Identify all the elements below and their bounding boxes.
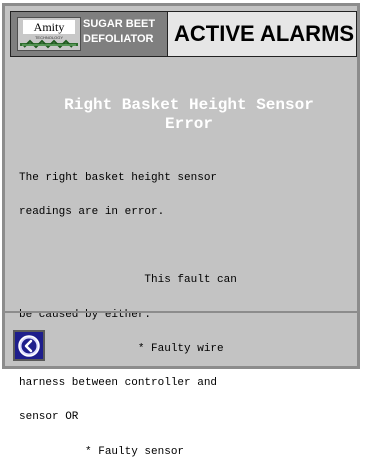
amity-logo-text: Amity <box>23 20 75 34</box>
alarm-text-line: sensor OR <box>19 411 79 424</box>
product-name-line2: DEFOLIATOR <box>83 33 154 45</box>
beet-leaf-logo-icon <box>20 39 78 49</box>
chevron-left-icon <box>18 335 40 357</box>
footer-divider <box>5 311 360 313</box>
alarm-text-line: harness between controller and <box>19 377 218 390</box>
screen-title: ACTIVE ALARMS <box>174 21 355 46</box>
back-button[interactable] <box>13 330 45 361</box>
alarm-title: Right Basket Height Sensor Error <box>20 96 358 134</box>
header-bar: Amity TECHNOLOGY SUGAR BEET DEFOLIATOR A… <box>10 11 357 57</box>
alarm-text-line: * Faulty sensor <box>19 445 185 458</box>
alarm-text-line: readings are in error. <box>19 206 165 219</box>
alarm-text-line: The right basket height sensor <box>19 171 218 184</box>
alarm-title-line1: Right Basket Height Sensor <box>64 96 314 114</box>
alarm-text-line: ​ <box>19 241 361 252</box>
amity-logo: Amity TECHNOLOGY <box>17 17 81 51</box>
brand-block: Amity TECHNOLOGY SUGAR BEET DEFOLIATOR <box>11 12 168 56</box>
alarm-text-line: This fault can <box>19 274 237 287</box>
alarm-title-line2: Error <box>164 115 213 133</box>
product-name-line1: SUGAR BEET <box>83 18 156 30</box>
alarm-description: The right basket height sensor readings … <box>19 150 361 469</box>
alarm-text-line: * Faulty wire <box>19 342 224 355</box>
